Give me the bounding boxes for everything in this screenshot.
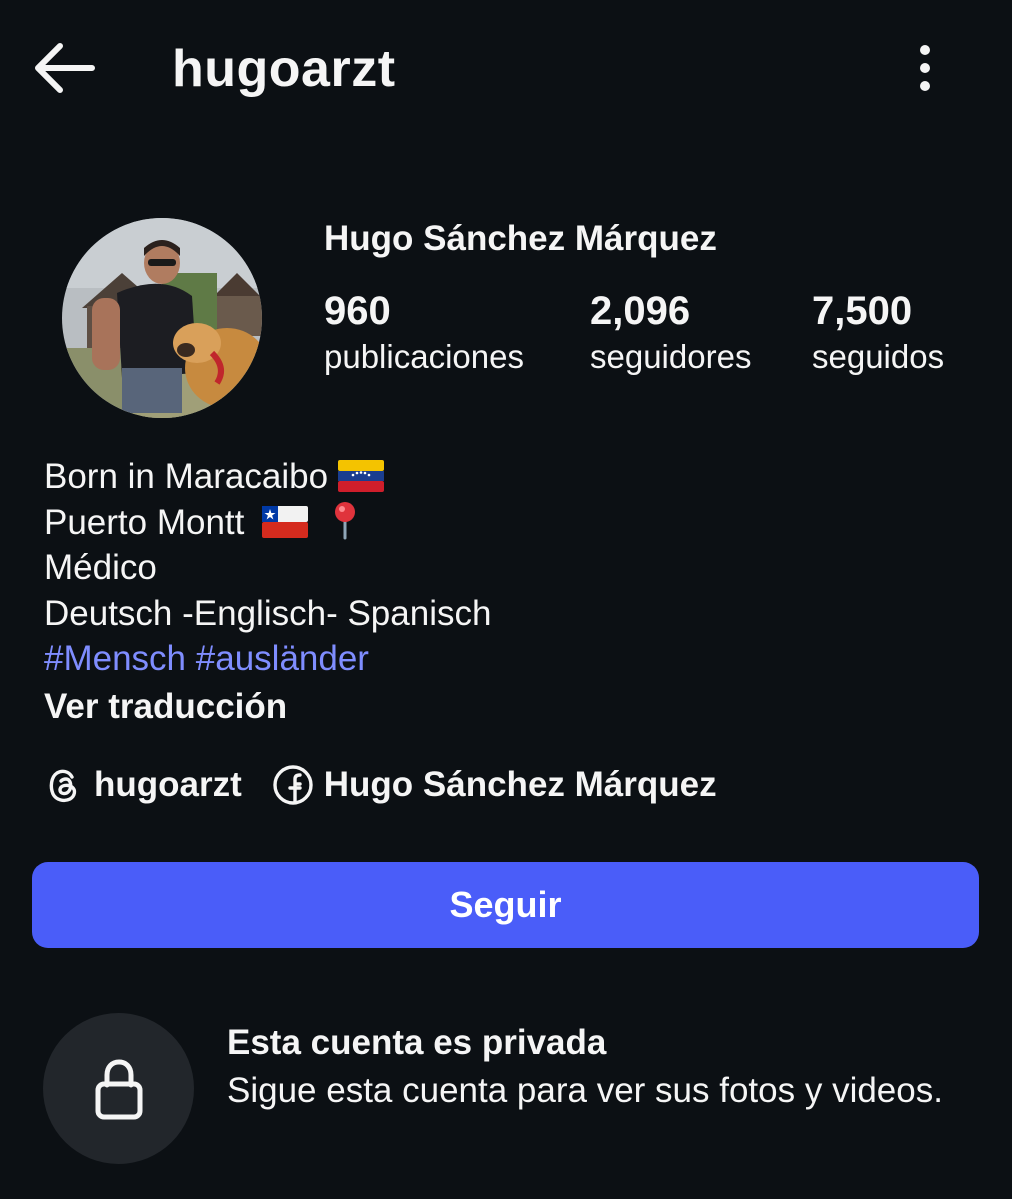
see-translation-link[interactable]: Ver traducción [44,684,287,730]
stat-posts[interactable]: 960 publicaciones [324,288,524,380]
bio: Born in Maracaibo Puerto Montt Médico De… [44,454,491,682]
venezuela-flag-icon [337,460,384,492]
chile-flag-icon [262,505,309,538]
followers-count: 2,096 [590,289,691,333]
display-name: Hugo Sánchez Márquez [324,219,717,258]
hashtag-auslaender[interactable]: #ausländer [196,639,369,678]
avatar[interactable] [62,218,262,418]
private-account-icon-circle [43,1013,194,1164]
back-button[interactable] [30,38,100,98]
bio-line-2: Puerto Montt [44,500,491,546]
profile-photo [62,218,262,418]
facebook-link-label: Hugo Sánchez Márquez [323,765,717,804]
round-pushpin-icon [334,501,355,539]
page-title: hugoarzt [172,40,396,98]
following-label: seguidos [812,338,945,375]
lock-icon [95,1058,142,1119]
threads-link-label: hugoarzt [94,765,242,804]
threads-icon [49,769,77,803]
bio-line-4: Deutsch -Englisch- Spanisch [44,593,492,633]
arrow-left-icon [35,43,95,93]
posts-label: publicaciones [324,338,524,375]
more-options-button[interactable] [900,40,950,100]
stat-following[interactable]: 7,500 seguidos [812,288,944,380]
threads-link[interactable]: hugoarzt [44,765,242,805]
top-bar: hugoarzt [0,0,1012,140]
bio-line-1: Born in Maracaibo [44,454,491,500]
bio-line-1-text: Born in Maracaibo [44,457,329,496]
posts-count: 960 [324,289,391,333]
facebook-link[interactable]: Hugo Sánchez Márquez [272,764,717,806]
private-account-title: Esta cuenta es privada [227,1023,607,1062]
bio-line-3: Médico [44,548,157,587]
bio-line-2-text: Puerto Montt [44,502,245,542]
bio-hashtags: #Mensch #ausländer [44,636,491,682]
profile-links: hugoarzt Hugo Sánchez Márquez [44,762,717,808]
following-count: 7,500 [812,289,913,333]
follow-button[interactable]: Seguir [32,862,979,948]
hashtag-mensch[interactable]: #Mensch [44,639,186,678]
followers-label: seguidores [590,338,752,375]
more-vertical-icon [920,45,930,91]
private-account-description: Sigue esta cuenta para ver sus fotos y v… [227,1071,943,1110]
stat-followers[interactable]: 2,096 seguidores [590,288,751,380]
facebook-icon [273,765,313,805]
